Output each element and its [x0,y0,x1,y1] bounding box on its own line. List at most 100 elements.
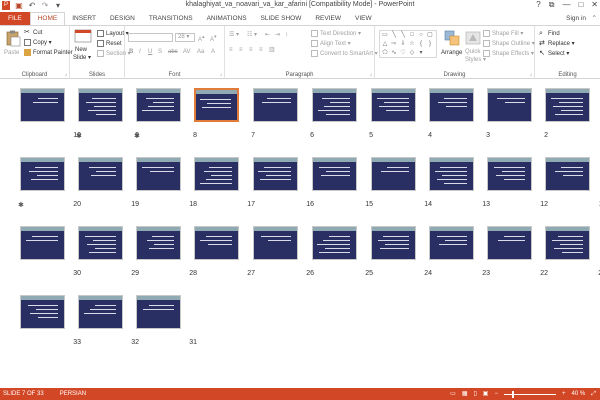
bullets-button[interactable]: ☰ ▾ [229,31,239,39]
slide-thumbnail-21[interactable] [545,226,590,260]
rounded-rect-shape-icon[interactable]: ▢ [426,32,434,39]
align-text-button[interactable]: Align Text ▾ [311,40,351,48]
grow-font-button[interactable]: A▴ [198,33,205,44]
tab-design[interactable]: DESIGN [103,12,142,25]
slide-thumbnail-10[interactable] [20,88,65,122]
slide-sorter[interactable]: 109✱8✱765432120✱191817161514131211302928… [0,80,600,388]
slide-counter[interactable]: SLIDE 7 OF 33 [3,388,44,400]
transition-star-icon[interactable]: ✱ [76,132,82,140]
arrow-right-shape-icon[interactable]: ⇨ [390,41,398,48]
pentagon-shape-icon[interactable]: ⬠ [381,50,389,57]
slide-thumbnail-11[interactable] [545,157,590,191]
new-slide-dropdown[interactable]: Slide ▾ [73,54,91,62]
zoom-level[interactable]: 40 % [572,388,586,400]
drawing-launcher-icon[interactable]: ⌟ [530,71,532,77]
slide-thumbnail-9[interactable] [78,88,123,122]
replace-button[interactable]: ⇄ Replace ▾ [539,40,575,48]
font-name-input[interactable] [128,33,173,42]
slide-thumbnail-3[interactable] [429,88,474,122]
tab-transitions[interactable]: TRANSITIONS [142,12,200,25]
new-slide-button[interactable]: New [75,46,87,54]
slide-thumbnail-17[interactable] [194,157,239,191]
slide-thumbnail-28[interactable] [136,226,181,260]
slide-thumbnail-7[interactable] [194,88,239,122]
change-case-button[interactable]: Aa [197,48,204,56]
slide-thumbnail-13[interactable] [429,157,474,191]
tab-slide-show[interactable]: SLIDE SHOW [254,12,309,25]
tab-review[interactable]: REVIEW [308,12,348,25]
slide-thumbnail-30[interactable] [20,226,65,260]
slide-thumbnail-12[interactable] [487,157,532,191]
select-button[interactable]: ↖ Select ▾ [539,50,569,58]
slide-thumbnail-8[interactable] [136,88,181,122]
brace-shape-icon[interactable]: { [417,41,425,48]
line-shape-icon[interactable]: ╲ [390,32,398,39]
oval-shape-icon[interactable]: ○ [417,32,425,39]
shapes-gallery[interactable]: ▭ ╲ ╲ □ ○ ▢ △ ⇨ ⇩ ☆ { } ⬠ ∿ ♡ ◇ ▾ [379,30,437,58]
slide-thumbnail-6[interactable] [253,88,298,122]
tab-animations[interactable]: ANIMATIONS [200,12,254,25]
tab-file[interactable]: FILE [0,12,30,25]
shape-outline-button[interactable]: Shape Outline ▾ [483,40,535,48]
shape-effects-button[interactable]: Shape Effects ▾ [483,50,534,58]
align-center-button[interactable]: ≡ [239,46,243,54]
curve-shape-icon[interactable]: ∿ [390,50,398,57]
quick-styles-icon[interactable] [464,29,482,47]
italic-button[interactable]: I [139,48,141,56]
tab-view[interactable]: VIEW [348,12,379,25]
arrange-button[interactable]: Arrange [441,49,462,57]
slide-thumbnail-25[interactable] [312,226,357,260]
tab-insert[interactable]: INSERT [65,12,103,25]
ribbon-display-icon[interactable]: ⧉ [549,0,555,10]
text-direction-button[interactable]: Text Direction ▾ [311,30,361,38]
tab-home[interactable]: HOME [29,12,66,25]
arrange-icon[interactable] [443,29,461,47]
slide-thumbnail-4[interactable] [371,88,416,122]
close-icon[interactable]: ✕ [591,0,598,10]
triangle-shape-icon[interactable]: △ [381,41,389,48]
font-launcher-icon[interactable]: ⌟ [220,71,222,77]
font-color-button[interactable]: A [211,48,215,56]
help-icon[interactable]: ? [536,0,540,10]
align-right-button[interactable]: ≡ [249,46,253,54]
paragraph-launcher-icon[interactable]: ⌟ [370,71,372,77]
slide-thumbnail-2[interactable] [487,88,532,122]
paste-icon[interactable] [4,29,22,47]
justify-button[interactable]: ≡ [259,46,263,54]
arrow-down-shape-icon[interactable]: ⇩ [399,41,407,48]
slide-thumbnail-5[interactable] [312,88,357,122]
maximize-icon[interactable]: □ [578,0,583,10]
collapse-ribbon-icon[interactable]: ⌃ [592,12,597,25]
clipboard-launcher-icon[interactable]: ⌟ [65,71,67,77]
increase-indent-button[interactable]: ⇥ [275,31,280,39]
slide-thumbnail-15[interactable] [312,157,357,191]
rectangle-shape-icon[interactable]: □ [408,32,416,39]
language-indicator[interactable]: PERSIAN [60,388,86,400]
align-left-button[interactable]: ≡ [229,46,233,54]
reading-view-icon[interactable]: ▯ [473,388,476,400]
cut-button[interactable]: ✂ Cut [24,29,42,37]
slide-thumbnail-1[interactable] [545,88,590,122]
shape-fill-button[interactable]: Shape Fill ▾ [483,30,523,38]
slide-thumbnail-32[interactable] [78,295,123,329]
format-painter-button[interactable]: Format Painter [24,49,73,57]
copy-button[interactable]: Copy ▾ [24,39,52,47]
slide-thumbnail-29[interactable] [78,226,123,260]
paste-button[interactable]: Paste [4,49,19,57]
underline-button[interactable]: U [148,48,152,56]
slide-thumbnail-24[interactable] [371,226,416,260]
slide-thumbnail-33[interactable] [20,295,65,329]
strikethrough-button[interactable]: abc [168,48,178,56]
slide-thumbnail-26[interactable] [253,226,298,260]
slide-thumbnail-19[interactable] [78,157,123,191]
slide-thumbnail-27[interactable] [194,226,239,260]
font-size-input[interactable]: 28 ▾ [175,33,195,42]
zoom-slider-thumb[interactable] [512,390,515,398]
normal-view-icon[interactable]: ▭ [450,388,456,400]
find-button[interactable]: ⌕ Find [539,30,560,38]
zoom-slider[interactable] [503,390,556,398]
star-shape-icon[interactable]: ☆ [408,41,416,48]
heart-shape-icon[interactable]: ♡ [399,50,407,57]
new-slide-icon[interactable] [74,29,92,47]
columns-button[interactable]: ▥ [269,46,275,54]
